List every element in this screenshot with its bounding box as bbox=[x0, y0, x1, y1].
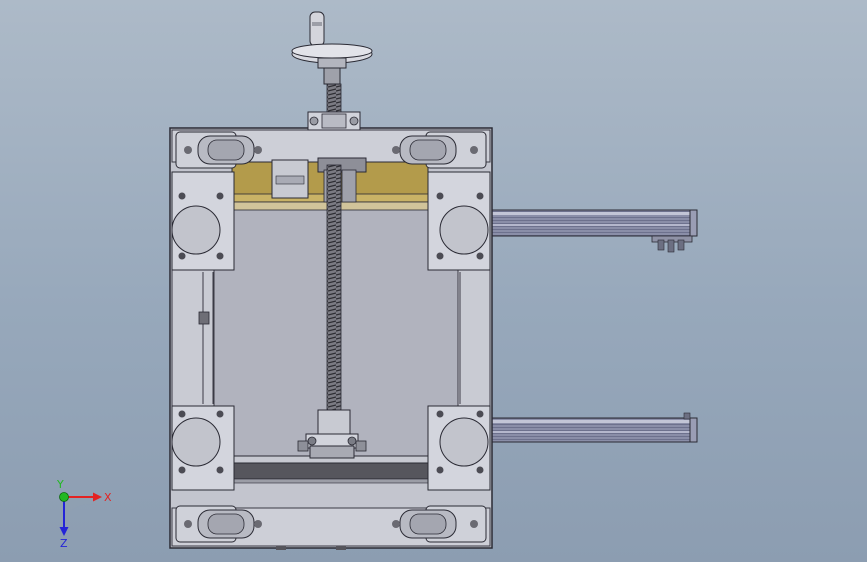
lower-rail bbox=[489, 412, 698, 443]
caster-wheel-top-right bbox=[392, 131, 487, 169]
handwheel[interactable] bbox=[291, 11, 373, 85]
x-axis-label: X bbox=[104, 491, 112, 504]
caster-wheel-bottom-right bbox=[392, 505, 487, 543]
y-axis-label: Y bbox=[56, 478, 64, 491]
y-axis-dot bbox=[59, 492, 69, 502]
mount-plate-top-right bbox=[427, 171, 491, 271]
z-axis-label: Z bbox=[60, 537, 68, 548]
coordinate-triad: X Y Z bbox=[56, 478, 112, 548]
lower-crossbar bbox=[233, 455, 429, 484]
cad-viewport[interactable] bbox=[0, 0, 867, 562]
rail-end-bracket bbox=[651, 235, 693, 253]
screw-bearing-block bbox=[307, 111, 361, 131]
mount-plate-top-left bbox=[171, 171, 235, 271]
upper-rail bbox=[489, 209, 698, 253]
mount-plate-bottom-right bbox=[427, 405, 491, 491]
mount-plate-bottom-left bbox=[171, 405, 235, 491]
